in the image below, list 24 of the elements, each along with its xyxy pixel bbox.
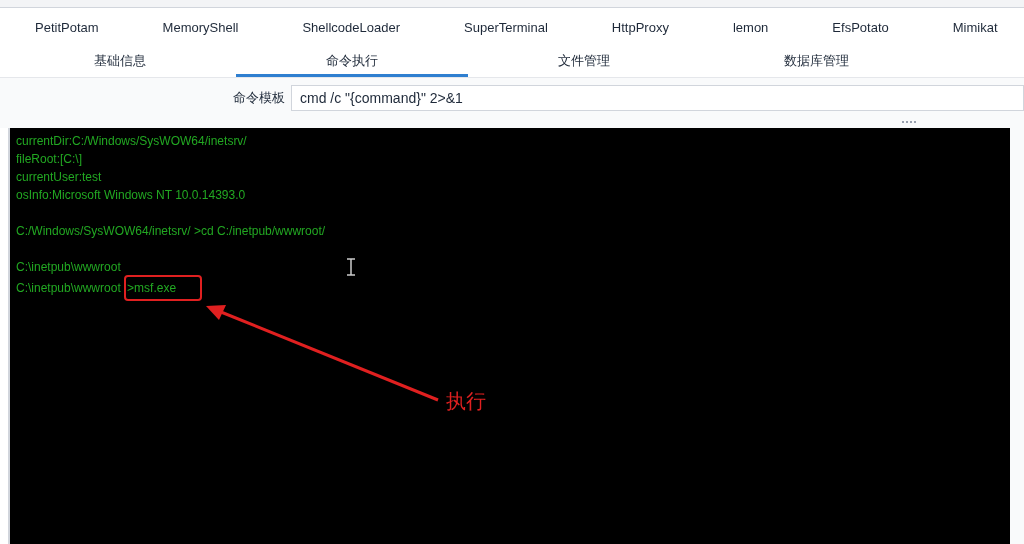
plugin-tab[interactable]: HttpProxy [611,18,669,38]
terminal-line: C:\inetpub\wwwroot [16,260,121,274]
plugin-tab[interactable]: ShellcodeLoader [302,18,401,38]
plugin-tab[interactable]: EfsPotato [832,18,889,38]
template-input[interactable]: cmd /c "{command}" 2>&1 [291,85,1024,111]
terminal-line: C:/Windows/SysWOW64/inetsrv/ >cd C:/inetpub/wwwroot/ [16,224,326,238]
text-cursor-icon [346,258,356,276]
plugin-tab[interactable]: MemoryShell [162,18,239,38]
resize-grip-icon[interactable] [902,121,916,124]
terminal-prompt: C:\inetpub\wwwroot [16,280,122,297]
terminal-line: currentDir:C:/Windows/SysWOW64/inetsrv/ [16,134,247,148]
tab[interactable]: 文件管理 [468,48,700,77]
highlighted-command: >msf.exe [124,275,203,301]
tab[interactable]: 数据库管理 [700,48,932,77]
terminal-line: currentUser:test [16,170,102,184]
plugin-tab[interactable]: lemon [732,18,769,38]
tab[interactable]: 基础信息 [4,48,236,77]
plugin-tab[interactable]: PetitPotam [35,18,99,38]
plugin-tab[interactable]: SuperTerminal [464,18,548,38]
plugin-tab[interactable]: Mimikat [952,18,998,38]
annotation-label: 执行 [446,392,486,410]
terminal-line: osInfo:Microsoft Windows NT 10.0.14393.0 [16,188,246,202]
template-label: 命令模板 [233,89,286,108]
terminal-line: fileRoot:[C:\] [16,152,83,166]
